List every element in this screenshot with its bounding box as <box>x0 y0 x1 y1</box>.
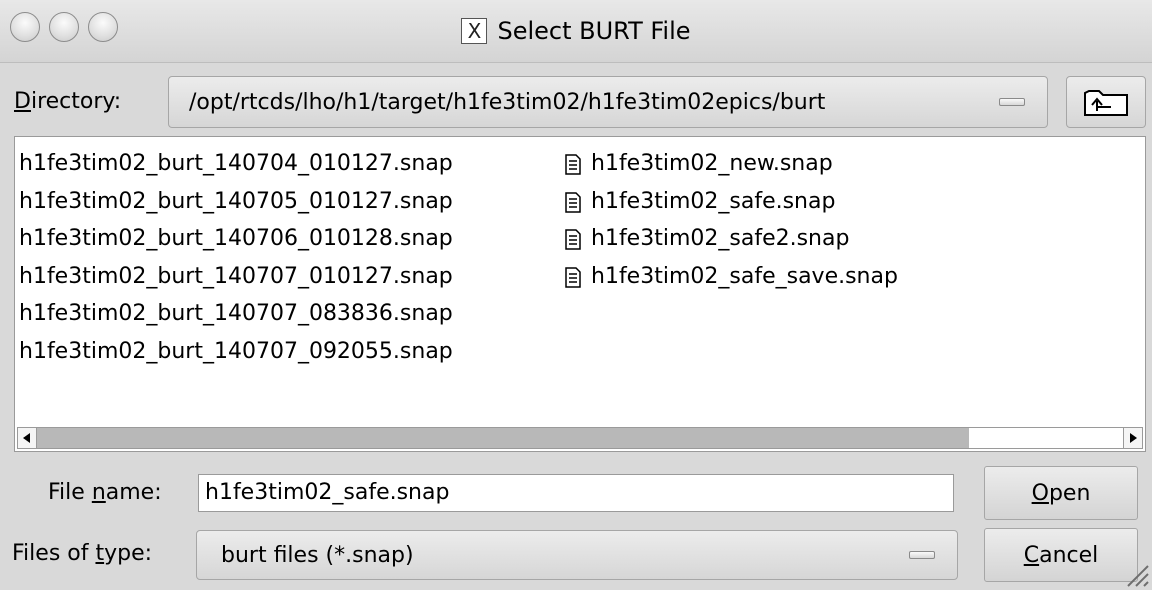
file-icon <box>565 154 581 175</box>
directory-path: /opt/rtcds/lho/h1/target/h1fe3tim02/h1fe… <box>189 89 826 115</box>
open-button[interactable]: Open <box>984 466 1138 520</box>
list-item[interactable]: h1fe3tim02_burt_140707_083836.snap <box>19 299 453 337</box>
list-item[interactable]: h1fe3tim02_burt_140704_010127.snap <box>19 149 453 187</box>
directory-combo[interactable]: /opt/rtcds/lho/h1/target/h1fe3tim02/h1fe… <box>168 76 1048 128</box>
dropdown-handle-icon <box>999 98 1025 106</box>
file-column-2: h1fe3tim02_new.snap h1fe3tim02_safe.snap… <box>565 149 898 299</box>
file-list[interactable]: h1fe3tim02_burt_140704_010127.snap h1fe3… <box>14 136 1146 452</box>
arrow-left-icon <box>23 433 30 443</box>
directory-label: Directory: <box>14 89 122 114</box>
scrollbar-thumb[interactable] <box>37 428 969 448</box>
file-icon <box>565 191 581 213</box>
x11-app-icon: X <box>461 18 488 44</box>
dropdown-handle-icon <box>909 551 935 559</box>
list-item[interactable]: h1fe3tim02_burt_140707_092055.snap <box>19 337 453 375</box>
cancel-button[interactable]: Cancel <box>984 528 1138 582</box>
list-item[interactable]: h1fe3tim02_safe.snap <box>565 187 898 225</box>
file-column-1: h1fe3tim02_burt_140704_010127.snap h1fe3… <box>19 149 453 374</box>
file-icon <box>565 266 581 288</box>
arrow-right-icon <box>1130 433 1137 443</box>
list-item[interactable]: h1fe3tim02_burt_140707_010127.snap <box>19 262 453 300</box>
file-type-label: Files of type: <box>12 541 153 566</box>
resize-grip-icon[interactable] <box>1124 562 1150 588</box>
file-name-label: File name: <box>48 480 162 505</box>
scroll-right-button[interactable] <box>1123 427 1143 449</box>
list-item[interactable]: h1fe3tim02_safe2.snap <box>565 224 898 262</box>
parent-directory-button[interactable] <box>1066 76 1146 128</box>
list-item[interactable]: h1fe3tim02_burt_140705_010127.snap <box>19 187 453 225</box>
file-type-combo[interactable]: burt files (*.snap) <box>196 530 958 580</box>
file-type-value: burt files (*.snap) <box>221 542 414 568</box>
list-item[interactable]: h1fe3tim02_safe_save.snap <box>565 262 898 300</box>
title-bar[interactable]: X Select BURT File <box>0 0 1152 63</box>
window-title: Select BURT File <box>497 17 691 45</box>
folder-up-icon <box>1084 90 1128 116</box>
scroll-left-button[interactable] <box>17 427 37 449</box>
horizontal-scrollbar[interactable] <box>17 427 1143 449</box>
file-name-field[interactable]: h1fe3tim02_safe.snap <box>198 474 954 512</box>
list-item[interactable]: h1fe3tim02_burt_140706_010128.snap <box>19 224 453 262</box>
file-icon <box>565 229 581 250</box>
list-item[interactable]: h1fe3tim02_new.snap <box>565 149 898 187</box>
